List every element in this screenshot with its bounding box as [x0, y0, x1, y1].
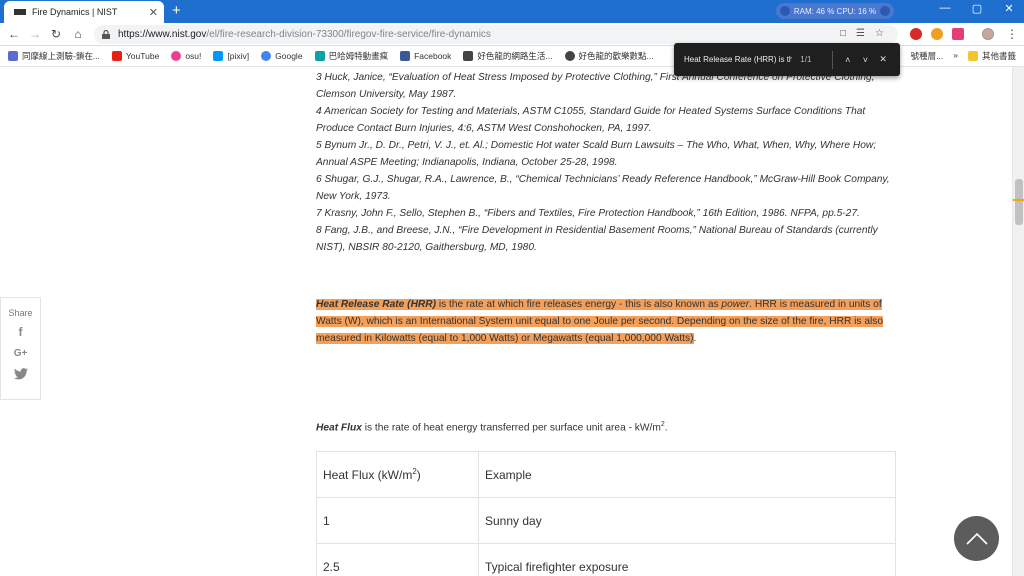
table-cell-example: Sunny day — [478, 497, 896, 544]
bookmark-item[interactable]: YouTube — [111, 51, 159, 61]
share-sidebar: Share f G+ — [0, 297, 41, 400]
table-header-flux: Heat Flux (kW/m2) — [316, 451, 479, 498]
arrow-right-icon — [880, 6, 891, 16]
translate-icon[interactable]: ☰ — [856, 28, 865, 40]
new-tab-button[interactable]: + — [172, 3, 181, 19]
scrollbar-thumb[interactable] — [1015, 179, 1023, 225]
googleplus-share-icon[interactable]: G+ — [14, 346, 28, 362]
menu-dots-icon[interactable]: ⋮ — [1004, 27, 1020, 41]
home-icon[interactable]: ⌂ — [70, 27, 86, 41]
facebook-icon — [400, 51, 411, 61]
table-cell-flux: 2.5 — [316, 543, 479, 576]
url-path: /el/fire-research-division-73300/firegov… — [206, 29, 491, 40]
find-input[interactable]: Heat Release Rate (HRR) is th — [684, 55, 792, 64]
heat-flux-paragraph: Heat Flux is the rate of heat energy tra… — [316, 421, 668, 434]
bookmark-favicon-icon — [8, 51, 18, 61]
minimize-button[interactable]: — — [930, 2, 960, 14]
find-match-count: 1/1 — [800, 55, 812, 64]
reference-item: 5 Bynum Jr., D. Dr., Petri, V. J., et. A… — [316, 140, 877, 168]
hrr-term: Heat Release Rate (HRR) — [316, 299, 437, 310]
blog-icon — [463, 51, 474, 61]
hrr-paragraph: Heat Release Rate (HRR) is the rate at w… — [316, 299, 884, 344]
table-header-row: Heat Flux (kW/m2) Example — [316, 451, 896, 498]
system-monitor-extension[interactable]: RAM: 46 % CPU: 16 % — [776, 3, 894, 19]
bookmark-item[interactable]: 同摩線上測驗-鎖在... — [8, 50, 100, 62]
reference-item: 8 Fang, J.B., and Breese, J.N., “Fire De… — [316, 225, 878, 253]
reference-item: 6 Shugar, G.J., Shugar, R.A., Lawrence, … — [316, 174, 890, 202]
bookmark-item[interactable]: 好色龍的歡樂數點... — [564, 50, 654, 62]
bookmark-item[interactable]: [pixiv] — [213, 51, 249, 61]
reload-icon[interactable]: ↻ — [48, 27, 64, 41]
twitter-share-icon[interactable] — [13, 368, 28, 380]
table-header-example: Example — [478, 451, 896, 498]
pixiv-icon — [213, 51, 224, 61]
bookmark-item-partial[interactable]: 號種層... — [911, 50, 944, 62]
table-row: 1 Sunny day — [316, 497, 896, 544]
heat-flux-table: Heat Flux (kW/m2) Example 1 Sunny day 2.… — [316, 451, 896, 576]
bookmark-item[interactable]: Google — [261, 51, 303, 61]
facebook-share-icon[interactable]: f — [19, 324, 23, 340]
reference-item: 4 American Society for Testing and Mater… — [316, 106, 866, 134]
references-list: 3 Huck, Janice, “Evaluation of Heat Stre… — [316, 69, 896, 256]
page-icon[interactable]: □ — [840, 28, 846, 40]
tab-strip: Fire Dynamics | NIST ✕ + RAM: 46 % CPU: … — [0, 0, 1024, 23]
extension-pink-icon[interactable] — [952, 28, 964, 40]
more-bookmarks-button[interactable]: » — [953, 50, 958, 62]
extension-cookie-icon[interactable] — [931, 28, 943, 40]
find-result-marker — [1013, 199, 1024, 201]
bookmark-item[interactable]: 好色龍的網路生活... — [463, 50, 553, 62]
back-to-top-button[interactable] — [954, 516, 999, 561]
memory-icon — [779, 6, 790, 16]
reference-item: 7 Krasny, John F., Sello, Stephen B., “F… — [316, 208, 860, 219]
bookmark-star-icon[interactable]: ☆ — [875, 28, 884, 40]
system-monitor-label: RAM: 46 % CPU: 16 % — [793, 6, 877, 16]
page-scrollbar[interactable] — [1012, 67, 1024, 576]
bookmark-item[interactable]: 巴哈姆特動畫瘋 — [314, 50, 388, 62]
heat-flux-term: Heat Flux — [316, 422, 362, 434]
table-cell-example: Typical firefighter exposure — [478, 543, 896, 576]
bahamut-icon — [314, 51, 325, 61]
back-arrow-icon[interactable]: ← — [6, 27, 22, 41]
other-bookmarks-folder[interactable]: 其他書籤 — [967, 50, 1016, 62]
share-label: Share — [8, 308, 33, 318]
nist-favicon-icon — [14, 9, 26, 15]
close-window-button[interactable]: ✕ — [994, 2, 1024, 15]
find-in-page-bar: Heat Release Rate (HRR) is th 1/1 ˄ ˅ ✕ — [674, 43, 900, 76]
youtube-icon — [111, 51, 122, 61]
extension-red-icon[interactable] — [910, 28, 922, 40]
find-divider — [831, 50, 833, 69]
tab-title: Fire Dynamics | NIST — [32, 7, 118, 17]
find-close-icon[interactable]: ✕ — [874, 54, 892, 65]
table-row: 2.5 Typical firefighter exposure — [316, 543, 896, 576]
table-cell-flux: 1 — [316, 497, 479, 544]
blog-icon — [564, 51, 575, 61]
bookmark-item[interactable]: osu! — [171, 51, 201, 61]
maximize-button[interactable]: ▢ — [962, 2, 992, 15]
profile-avatar[interactable] — [982, 28, 994, 40]
url-host: https://www.nist.gov — [118, 29, 207, 40]
google-icon — [261, 51, 272, 61]
tab-fire-dynamics[interactable]: Fire Dynamics | NIST ✕ — [4, 1, 164, 23]
page-content: 3 Huck, Janice, “Evaluation of Heat Stre… — [0, 67, 1012, 576]
find-next-icon[interactable]: ˅ — [857, 55, 875, 65]
power-term: power — [721, 299, 750, 310]
chevron-up-icon — [965, 532, 988, 545]
bookmark-item[interactable]: Facebook — [400, 51, 451, 61]
lock-icon — [102, 30, 110, 39]
address-bar[interactable]: https://www.nist.gov /el/fire-research-d… — [94, 25, 898, 44]
forward-arrow-icon[interactable]: → — [27, 27, 43, 41]
find-previous-icon[interactable]: ˄ — [839, 55, 857, 65]
tab-close-icon[interactable]: ✕ — [149, 6, 158, 19]
osu-icon — [171, 51, 182, 61]
find-highlight: Heat Release Rate (HRR) is the rate at w… — [316, 299, 884, 344]
folder-icon — [967, 51, 978, 61]
